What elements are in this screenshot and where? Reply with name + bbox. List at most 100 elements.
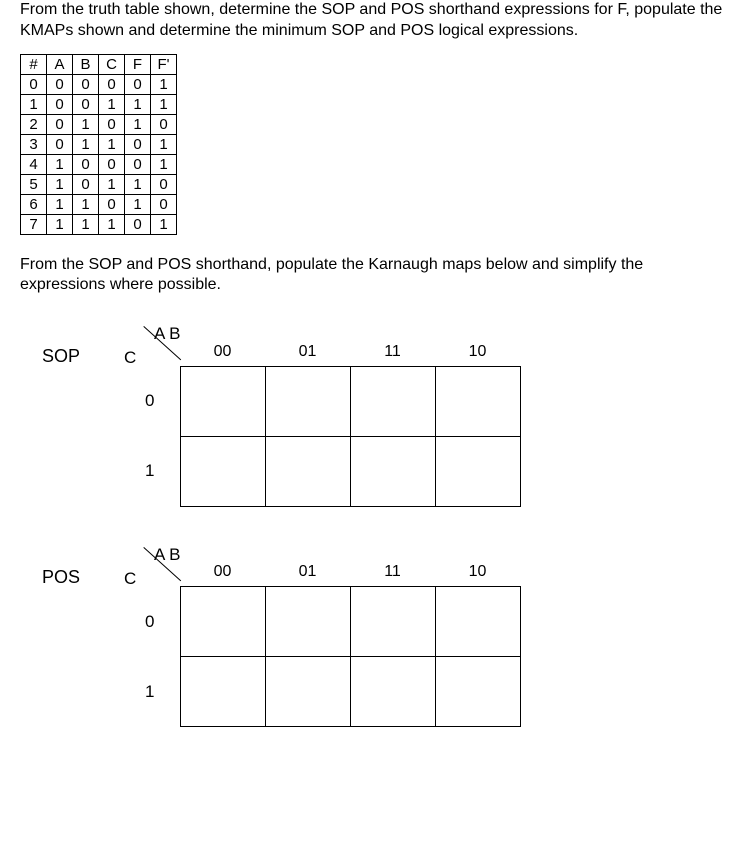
table-row: 100111	[21, 94, 177, 114]
table-cell: 0	[99, 74, 125, 94]
table-row: 000001	[21, 74, 177, 94]
kmap-column-header: 00	[180, 342, 265, 366]
kmap-c-label: C	[124, 569, 136, 589]
table-cell: 0	[151, 174, 177, 194]
table-cell: 1	[151, 94, 177, 114]
table-cell: 1	[73, 114, 99, 134]
table-cell: 7	[21, 214, 47, 234]
header-fprime: F'	[151, 54, 177, 74]
table-cell: 0	[125, 214, 151, 234]
kmap-cell	[180, 436, 265, 506]
kmap-cell	[435, 366, 520, 436]
table-cell: 0	[125, 134, 151, 154]
table-cell: 0	[99, 114, 125, 134]
table-cell: 0	[73, 154, 99, 174]
kmap-row-header: 0	[120, 587, 180, 657]
kmap-c-label: C	[124, 348, 136, 368]
kmap-column-header: 11	[350, 563, 435, 587]
table-cell: 1	[151, 154, 177, 174]
table-cell: 1	[125, 174, 151, 194]
table-cell: 1	[73, 134, 99, 154]
kmap-title: SOP	[20, 346, 80, 367]
table-cell: 1	[151, 74, 177, 94]
kmap-column-header: 11	[350, 342, 435, 366]
kmap-cell	[180, 657, 265, 727]
kmap-grid: 0001111001	[120, 563, 521, 728]
table-cell: 1	[99, 174, 125, 194]
header-a: A	[47, 54, 73, 74]
table-row: 510110	[21, 174, 177, 194]
table-cell: 0	[125, 154, 151, 174]
table-cell: 0	[73, 74, 99, 94]
kmap-column-header: 10	[435, 563, 520, 587]
kmap-diagonal-line	[144, 326, 184, 366]
kmap-cell	[180, 366, 265, 436]
kmap-row-header: 1	[120, 436, 180, 506]
kmap-cell	[265, 366, 350, 436]
table-cell: 0	[151, 194, 177, 214]
table-row: 611010	[21, 194, 177, 214]
table-cell: 1	[151, 214, 177, 234]
truth-table: # A B C F F' 000001100111201010301101410…	[20, 54, 177, 235]
table-cell: 1	[47, 174, 73, 194]
table-cell: 2	[21, 114, 47, 134]
table-cell: 1	[21, 94, 47, 114]
kmap-cell	[435, 436, 520, 506]
kmap-cell	[265, 587, 350, 657]
table-row: 711101	[21, 214, 177, 234]
table-cell: 1	[99, 134, 125, 154]
kmap-cell	[350, 657, 435, 727]
table-cell: 0	[21, 74, 47, 94]
kmap-diagonal-line	[144, 547, 184, 587]
table-cell: 1	[73, 194, 99, 214]
table-cell: 0	[47, 114, 73, 134]
table-cell: 0	[125, 74, 151, 94]
table-cell: 0	[47, 134, 73, 154]
kmap-title: POS	[20, 567, 80, 588]
table-header-row: # A B C F F'	[21, 54, 177, 74]
table-cell: 0	[73, 174, 99, 194]
header-c: C	[99, 54, 125, 74]
sub-instructions: From the SOP and POS shorthand, populate…	[20, 255, 732, 297]
kmap-grid: 0001111001	[120, 342, 521, 507]
table-cell: 0	[151, 114, 177, 134]
table-cell: 6	[21, 194, 47, 214]
kmap-cell	[350, 366, 435, 436]
table-cell: 0	[99, 154, 125, 174]
kmap-cell	[265, 436, 350, 506]
table-cell: 4	[21, 154, 47, 174]
table-cell: 0	[47, 74, 73, 94]
kmap-cell	[180, 587, 265, 657]
table-cell: 1	[47, 154, 73, 174]
kmap-column-header: 10	[435, 342, 520, 366]
table-cell: 1	[99, 214, 125, 234]
header-b: B	[73, 54, 99, 74]
table-cell: 0	[47, 94, 73, 114]
kmap-column-header: 01	[265, 342, 350, 366]
table-row: 301101	[21, 134, 177, 154]
kmap-row-header: 1	[120, 657, 180, 727]
kmap-cell	[350, 436, 435, 506]
kmap-row-header: 0	[120, 366, 180, 436]
table-cell: 5	[21, 174, 47, 194]
table-row: 410001	[21, 154, 177, 174]
table-cell: 0	[73, 94, 99, 114]
kmap-column-header: 01	[265, 563, 350, 587]
table-cell: 1	[73, 214, 99, 234]
table-cell: 1	[99, 94, 125, 114]
kmap-cell	[435, 587, 520, 657]
table-cell: 1	[125, 194, 151, 214]
kmap-section: SOPA BC0001111001	[20, 326, 732, 507]
kmap-cell	[435, 657, 520, 727]
header-f: F	[125, 54, 151, 74]
table-cell: 3	[21, 134, 47, 154]
kmap-section: POSA BC0001111001	[20, 547, 732, 728]
table-cell: 1	[47, 214, 73, 234]
table-cell: 1	[151, 134, 177, 154]
table-row: 201010	[21, 114, 177, 134]
table-cell: 1	[47, 194, 73, 214]
main-instructions: From the truth table shown, determine th…	[20, 0, 732, 42]
table-cell: 1	[125, 94, 151, 114]
header-num: #	[21, 54, 47, 74]
kmap-cell	[350, 587, 435, 657]
